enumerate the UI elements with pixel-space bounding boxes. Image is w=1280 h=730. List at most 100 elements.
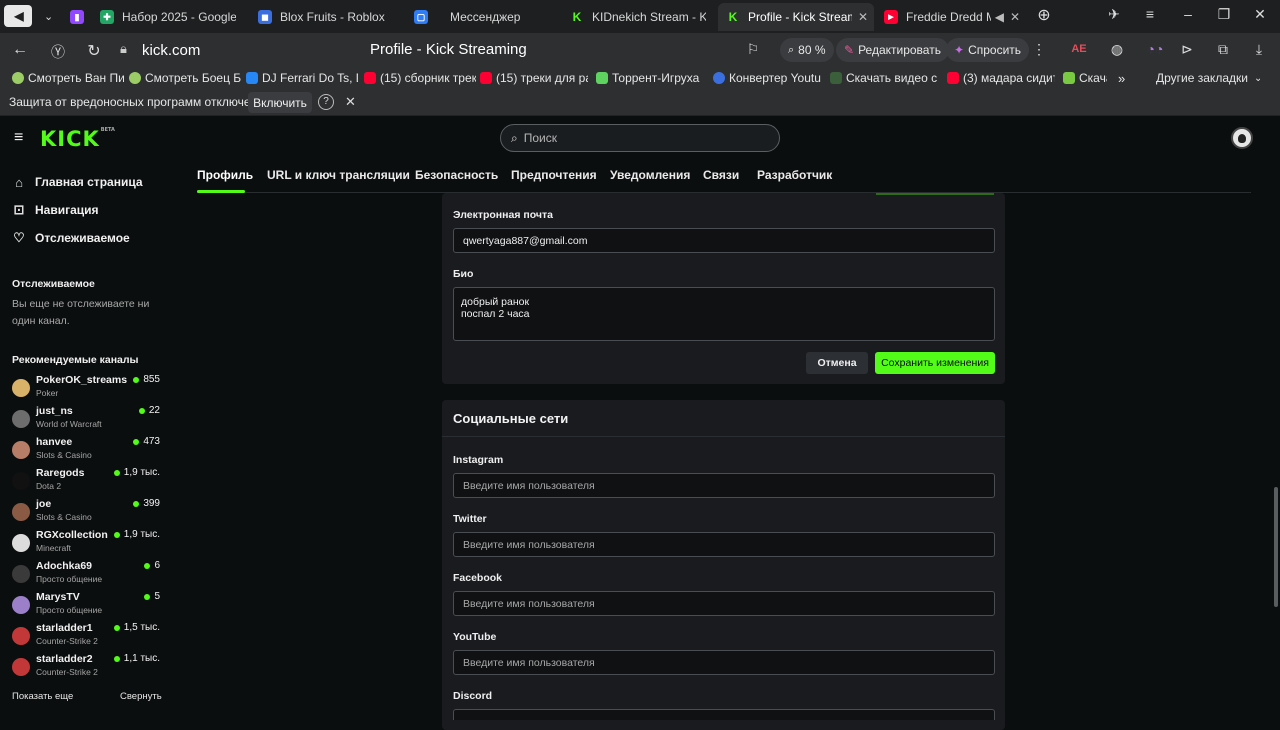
help-icon[interactable]: ? bbox=[318, 94, 334, 110]
extension-bird-icon[interactable]: ✈ bbox=[1104, 6, 1124, 23]
save-changes-button[interactable]: Сохранить изменения bbox=[875, 352, 995, 374]
show-more-link[interactable]: Показать еще bbox=[12, 691, 73, 702]
recommended-channel-item[interactable]: RGXcollection Minecraft 1,9 тыс. bbox=[12, 529, 160, 557]
recommended-channel-item[interactable]: joe Slots & Casino 399 bbox=[12, 498, 160, 526]
recommended-channel-item[interactable]: Raregods Dota 2 1,9 тыс. bbox=[12, 467, 160, 495]
bookmark-item[interactable]: Смотреть Ван Пи bbox=[12, 70, 124, 86]
instagram-input[interactable]: Введите имя пользователя bbox=[453, 473, 995, 498]
cancel-button[interactable]: Отмена bbox=[806, 352, 868, 374]
tab-developer[interactable]: Разработчик bbox=[757, 168, 832, 182]
bookmark-icon[interactable]: ⚐ bbox=[744, 41, 762, 58]
bookmark-favicon-icon bbox=[12, 72, 24, 84]
tab-roblox[interactable]: ◼ Blox Fruits - Roblox bbox=[250, 3, 400, 31]
speaker-icon[interactable]: ◀ bbox=[995, 10, 1004, 24]
hamburger-menu-icon[interactable]: ≡ bbox=[14, 129, 23, 147]
enable-protection-button[interactable]: Включить bbox=[248, 92, 312, 113]
tab-security[interactable]: Безопасность bbox=[415, 168, 498, 182]
recommended-channel-item[interactable]: MarysTV Просто общение 5 bbox=[12, 591, 160, 619]
yandex-icon[interactable]: Ⓨ bbox=[48, 42, 68, 62]
user-avatar[interactable] bbox=[1231, 127, 1253, 149]
kick-logo[interactable]: KICKBETA bbox=[40, 127, 115, 151]
back-arrow-icon[interactable]: ← bbox=[10, 41, 30, 59]
sidebar-item-browse[interactable]: ⊡ Навигация bbox=[12, 200, 99, 220]
recommended-channel-item[interactable]: just_ns World of Warcraft 22 bbox=[12, 405, 160, 433]
bookmark-item[interactable]: Конвертер Youtu bbox=[713, 70, 821, 86]
tab-google-sheets[interactable]: ✚ Набор 2025 - Google Ta bbox=[92, 3, 242, 31]
tab-messenger[interactable]: ▢ Мессенджер bbox=[406, 3, 556, 31]
bookmark-item[interactable]: Скача bbox=[1063, 70, 1107, 86]
bookmark-item[interactable]: DJ Ferrari Do Ts, D bbox=[246, 70, 358, 86]
extension-glasses-icon[interactable]: ◔◔ bbox=[1146, 41, 1164, 57]
discord-input[interactable] bbox=[453, 709, 995, 720]
channel-avatar bbox=[12, 658, 30, 676]
recommended-channel-item[interactable]: starladder2 Counter-Strike 2 1,1 тыс. bbox=[12, 653, 160, 681]
collapse-link[interactable]: Свернуть bbox=[120, 691, 162, 702]
minimize-icon[interactable]: – bbox=[1178, 6, 1198, 22]
tab-list-dropdown[interactable]: ⌄ bbox=[36, 5, 56, 27]
recommended-heading: Рекомендуемые каналы bbox=[12, 354, 139, 366]
menu-icon[interactable]: ≡ bbox=[1140, 6, 1160, 22]
avatar-figure bbox=[1238, 134, 1246, 143]
sidebar-item-home[interactable]: ⌂ Главная страница bbox=[12, 172, 142, 192]
search-input[interactable]: ⌕ Поиск bbox=[500, 124, 780, 152]
restore-icon[interactable]: ❐ bbox=[1214, 6, 1234, 23]
extension-a-icon[interactable]: AE bbox=[1070, 43, 1088, 55]
bookmark-item[interactable]: Торрент-Игруха bbox=[596, 70, 704, 86]
bookmark-item[interactable]: (15) треки для ра bbox=[480, 70, 588, 86]
tab-profile[interactable]: Профиль bbox=[197, 168, 253, 182]
play-extension-icon[interactable]: ⊳ bbox=[1178, 41, 1196, 58]
globe-icon[interactable]: ◍ bbox=[1108, 41, 1126, 58]
other-bookmarks[interactable]: Другие закладки ⌄ bbox=[1156, 70, 1260, 86]
download-icon[interactable]: ⤓ bbox=[1250, 41, 1268, 58]
bio-textarea[interactable]: добрый ранок поспал 2 часа bbox=[453, 287, 995, 341]
ask-button[interactable]: ✦ Спросить bbox=[946, 38, 1030, 62]
tab-pinned-sound[interactable]: ◀ bbox=[4, 5, 32, 27]
bookmark-item[interactable]: Смотреть Боец Б bbox=[129, 70, 241, 86]
channel-avatar bbox=[12, 410, 30, 428]
recommended-channel-item[interactable]: hanvee Slots & Casino 473 bbox=[12, 436, 160, 464]
close-tab-icon[interactable]: ✕ bbox=[858, 10, 868, 24]
bookmark-item[interactable]: (15) сборник трек bbox=[364, 70, 476, 86]
reload-icon[interactable]: ↻ bbox=[84, 41, 104, 61]
viewer-count: 1,9 тыс. bbox=[113, 467, 160, 478]
close-tab-icon[interactable]: ✕ bbox=[1010, 10, 1020, 24]
chevron-down-icon: ⌄ bbox=[44, 10, 54, 23]
tab-youtube-freddie[interactable]: ▶ Freddie Dredd Mix ◀ ✕ bbox=[876, 3, 1026, 31]
channel-name: joe bbox=[36, 498, 52, 510]
download-arrow-icon bbox=[1063, 72, 1075, 84]
recommended-channel-item[interactable]: PokerOK_streams Poker 855 bbox=[12, 374, 160, 402]
close-window-icon[interactable]: ✕ bbox=[1250, 6, 1270, 23]
recommended-channel-item[interactable]: Adochka69 Просто общение 6 bbox=[12, 560, 160, 588]
page-scrollbar[interactable] bbox=[1274, 487, 1278, 607]
channel-avatar bbox=[12, 379, 30, 397]
sidebar-item-following[interactable]: ♡ Отслеживаемое bbox=[12, 228, 130, 248]
email-field[interactable]: qwertyaga887@gmail.com bbox=[453, 228, 995, 253]
bookmark-item[interactable]: (3) мадара сидит bbox=[947, 70, 1055, 86]
tab-stream-key[interactable]: URL и ключ трансляции bbox=[267, 168, 410, 182]
more-vertical-icon[interactable]: ⋮ bbox=[1030, 41, 1048, 58]
viewer-count: 1,5 тыс. bbox=[113, 622, 160, 633]
edit-button[interactable]: ✎ Редактировать bbox=[836, 38, 949, 62]
facebook-input[interactable]: Введите имя пользователя bbox=[453, 591, 995, 616]
new-tab-plus-icon[interactable]: ⊕ bbox=[1034, 5, 1054, 25]
more-bookmarks-icon[interactable]: » bbox=[1118, 70, 1125, 86]
tab-connections[interactable]: Связи bbox=[703, 168, 739, 182]
recommended-channel-item[interactable]: starladder1 Counter-Strike 2 1,5 тыс. bbox=[12, 622, 160, 650]
tab-notifications[interactable]: Уведомления bbox=[610, 168, 690, 182]
channel-category: Counter-Strike 2 bbox=[36, 636, 98, 646]
tab-preferences[interactable]: Предпочтения bbox=[511, 168, 597, 182]
lock-icon: 🔒︎ bbox=[120, 41, 127, 56]
tab-kick-profile[interactable]: K Profile - Kick Streamin ✕ bbox=[718, 3, 874, 31]
social-title: Социальные сети bbox=[453, 411, 569, 426]
close-infobar-icon[interactable]: ✕ bbox=[345, 94, 356, 110]
zoom-indicator[interactable]: ⌕ 80 % bbox=[780, 38, 834, 62]
channel-name: RGXcollection bbox=[36, 529, 108, 541]
bookmark-item[interactable]: Скачать видео с т bbox=[830, 70, 938, 86]
discord-label: Discord bbox=[453, 690, 493, 702]
channel-name: starladder2 bbox=[36, 653, 93, 665]
youtube-input[interactable]: Введите имя пользователя bbox=[453, 650, 995, 675]
tab-kick-kidnekich[interactable]: K KIDnekich Stream - Kick bbox=[562, 3, 712, 31]
tab-twitch[interactable]: ▮ bbox=[62, 3, 92, 31]
twitter-input[interactable]: Введите имя пользователя bbox=[453, 532, 995, 557]
collections-icon[interactable]: ⧉ bbox=[1214, 41, 1232, 58]
